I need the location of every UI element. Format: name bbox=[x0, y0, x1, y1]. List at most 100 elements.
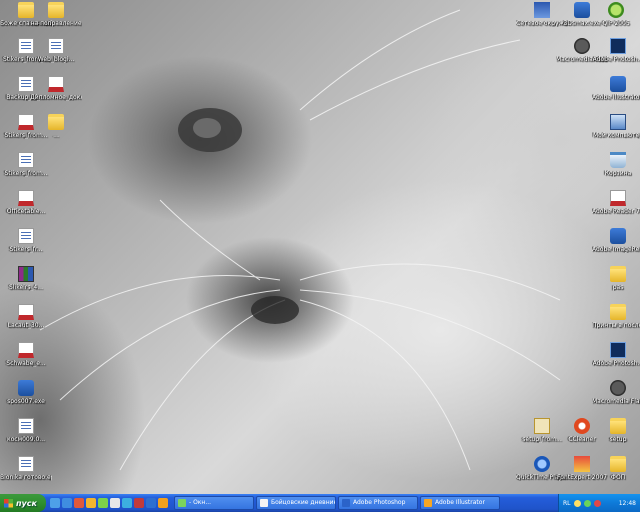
desktop-icon-label: на поправление bbox=[30, 20, 82, 27]
desktop-icon[interactable]: Adobe Photosh... bbox=[592, 342, 640, 380]
acrobat-icon[interactable] bbox=[134, 498, 144, 508]
media-player-icon[interactable] bbox=[122, 498, 132, 508]
desktop-icon[interactable]: setup bbox=[592, 418, 640, 456]
app-icon bbox=[424, 499, 432, 507]
desktop-icon-label: Adobe ImageReady bbox=[592, 246, 640, 253]
taskbar: пуск - Окн... Бойцовские дневник... Adobe … bbox=[0, 494, 640, 512]
desktop-icon[interactable]: Bionika готово.eps bbox=[0, 456, 52, 494]
app-icon bbox=[574, 2, 590, 18]
folder-icon bbox=[610, 304, 626, 320]
desktop-icon-label: Bionika готово.eps bbox=[0, 474, 52, 481]
desktop-icon[interactable]: Дипломное_доклад bbox=[30, 76, 82, 114]
windows-logo-icon bbox=[4, 498, 13, 508]
desktop-icon-label: Adobe Photosh... bbox=[592, 360, 640, 367]
doc-icon bbox=[48, 38, 64, 54]
app-icon bbox=[610, 228, 626, 244]
desktop-icon[interactable]: 3Dsmax.exe bbox=[556, 2, 608, 40]
folder-icon bbox=[48, 114, 64, 130]
photoshop-icon[interactable] bbox=[146, 498, 156, 508]
pdf-icon bbox=[48, 76, 64, 92]
tray-app-icon[interactable] bbox=[573, 499, 581, 507]
qip-icon bbox=[608, 2, 624, 18]
app-icon bbox=[610, 76, 626, 92]
desktop-icon[interactable]: Adobe Photosh... bbox=[592, 38, 640, 76]
desktop-icon-label: Stikers_fr... bbox=[9, 246, 43, 253]
pdf-icon bbox=[18, 190, 34, 206]
folder-icon bbox=[610, 456, 626, 472]
ps-icon bbox=[610, 38, 626, 54]
pdf-icon bbox=[18, 304, 34, 320]
desktop-icon[interactable]: на поправление bbox=[30, 2, 82, 40]
doc-icon bbox=[18, 418, 34, 434]
tray-antivirus-icon[interactable] bbox=[593, 499, 601, 507]
desktop-icon[interactable]: ФОП bbox=[592, 456, 640, 494]
desktop-icon-label: ФОП bbox=[610, 474, 626, 481]
desktop-icon[interactable]: Мой компьютер bbox=[592, 114, 640, 152]
net-icon bbox=[534, 2, 550, 18]
desktop-icon-label: Корзина bbox=[604, 170, 632, 177]
taskbar-button-label: Бойцовские дневник... bbox=[271, 499, 336, 506]
illustrator-icon[interactable] bbox=[158, 498, 168, 508]
rar-icon bbox=[18, 266, 34, 282]
desktop-icon-label: Adobe Photosh... bbox=[592, 56, 640, 63]
desktop-icon-label: косм009.0... bbox=[6, 436, 46, 443]
opera-icon[interactable] bbox=[74, 498, 84, 508]
start-button[interactable]: пуск bbox=[0, 494, 46, 512]
doc-icon bbox=[18, 228, 34, 244]
desktop-icon[interactable]: Stikers_fr... bbox=[0, 228, 52, 266]
desktop-icon[interactable]: spos007.exe bbox=[0, 380, 52, 418]
show-desktop-icon[interactable] bbox=[50, 498, 60, 508]
desktop-icon[interactable]: Macromedia Flash Pla... bbox=[592, 380, 640, 418]
taskbar-button[interactable]: - Окн... bbox=[174, 496, 254, 510]
desktop-icon[interactable]: Officetable... bbox=[0, 190, 52, 228]
taskbar-button[interactable]: Adobe Photoshop bbox=[338, 496, 418, 510]
desktop-icon[interactable]: ... bbox=[30, 114, 82, 152]
desktop-icon-label: Мой компьютер bbox=[593, 132, 640, 139]
desktop-icon[interactable]: Adobe ImageReady bbox=[592, 228, 640, 266]
flash-icon bbox=[610, 380, 626, 396]
desktop-icon-label: Slikeirs_4... bbox=[9, 284, 43, 291]
taskbar-button-label: - Окн... bbox=[189, 499, 212, 506]
desktop-icon-label: Дипломное_доклад bbox=[30, 94, 82, 101]
recycle-icon bbox=[610, 152, 626, 168]
taskbar-button-label: Adobe Photoshop bbox=[353, 499, 406, 506]
desktop-icon[interactable]: Adobe Reader 7.0 bbox=[592, 190, 640, 228]
desktop-icon-label: Принты в последн... bbox=[592, 322, 640, 329]
desktop-icon[interactable]: Web_blogi... bbox=[30, 38, 82, 76]
app-icon bbox=[18, 380, 34, 396]
desktop-icon-label: 3Dsmax.exe bbox=[563, 20, 601, 27]
folder-icon bbox=[610, 418, 626, 434]
language-indicator[interactable]: RL bbox=[563, 500, 571, 507]
pdf-icon bbox=[18, 342, 34, 358]
doc-icon bbox=[18, 456, 34, 472]
browser-icon[interactable] bbox=[62, 498, 72, 508]
desktop-icon[interactable]: Schwabe_e... bbox=[0, 342, 52, 380]
folder-icon[interactable] bbox=[86, 498, 96, 508]
notepad-icon[interactable] bbox=[110, 498, 120, 508]
desktop-icon[interactable]: Adobe Illustrator CS2 bbox=[592, 76, 640, 114]
taskbar-button[interactable]: Бойцовские дневник... bbox=[256, 496, 336, 510]
desktop-icon-label: Schwabe_e... bbox=[6, 360, 46, 367]
desktop-icon-label: setup bbox=[609, 436, 627, 443]
app-icon bbox=[260, 499, 268, 507]
desktop-icon[interactable]: Lacaut_30... bbox=[0, 304, 52, 342]
desktop-icon[interactable]: Stikers_from... bbox=[0, 152, 52, 190]
desktop-icon[interactable]: pas bbox=[592, 266, 640, 304]
fe-icon bbox=[574, 456, 590, 472]
desktop-icon-label: Adobe Reader 7.0 bbox=[592, 208, 640, 215]
qip-icon[interactable] bbox=[98, 498, 108, 508]
desktop-icon[interactable]: Slikeirs_4... bbox=[0, 266, 52, 304]
qt-icon bbox=[534, 456, 550, 472]
task-buttons: - Окн... Бойцовские дневник... Adobe Photo… bbox=[174, 496, 500, 510]
desktop-icon[interactable]: Корзина bbox=[592, 152, 640, 190]
quick-launch bbox=[50, 498, 168, 508]
desktop-icon-label: Stikers_from... bbox=[4, 170, 48, 177]
folder-icon bbox=[48, 2, 64, 18]
tray-network-icon[interactable] bbox=[583, 499, 591, 507]
desktop-icon[interactable]: косм009.0... bbox=[0, 418, 52, 456]
taskbar-button[interactable]: Adobe Illustrator bbox=[420, 496, 500, 510]
clock[interactable]: 12:48 bbox=[619, 500, 636, 507]
desktop-icon[interactable]: Принты в последн... bbox=[592, 304, 640, 342]
system-tray: RL 12:48 bbox=[558, 494, 640, 512]
flash-icon bbox=[574, 38, 590, 54]
